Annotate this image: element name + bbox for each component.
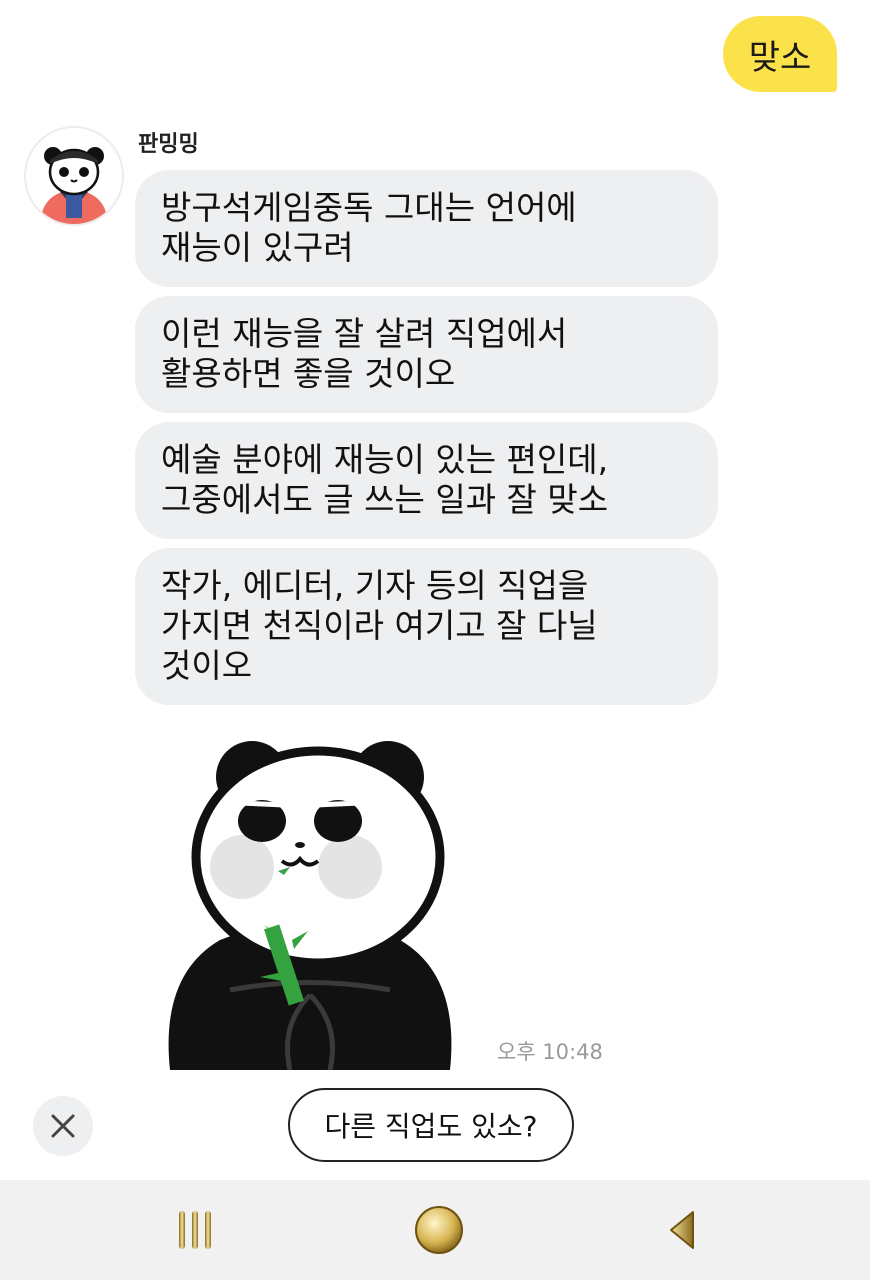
home-button[interactable] <box>402 1180 476 1280</box>
received-message-bubble[interactable]: 작가, 에디터, 기자 등의 직업을 가지면 천직이라 여기고 잘 다닐 것이오 <box>135 548 718 705</box>
system-navigation-bar <box>0 1180 870 1280</box>
received-message-bubble[interactable]: 예술 분야에 재능이 있는 편인데, 그중에서도 글 쓰는 일과 잘 맞소 <box>135 422 718 539</box>
message-timestamp: 오후 10:48 <box>497 1040 603 1064</box>
sent-message-text: 맞소 <box>748 37 812 78</box>
panda-avatar-icon <box>26 128 122 224</box>
panda-sticker[interactable] <box>160 735 460 1071</box>
panda-bamboo-sticker-icon <box>168 741 452 1071</box>
back-button[interactable] <box>652 1180 712 1280</box>
close-suggestions-button[interactable] <box>33 1096 93 1156</box>
quick-reply-button[interactable]: 다른 직업도 있소? <box>288 1088 574 1162</box>
back-icon <box>670 1211 694 1249</box>
sent-message-bubble[interactable]: 맞소 <box>723 16 837 92</box>
sender-avatar[interactable] <box>24 126 124 226</box>
home-icon <box>415 1206 463 1254</box>
recent-apps-icon <box>179 1211 211 1249</box>
sender-name: 판밍밍 <box>138 132 199 157</box>
received-message-bubble[interactable]: 이런 재능을 잘 살려 직업에서 활용하면 좋을 것이오 <box>135 296 718 413</box>
recent-apps-button[interactable] <box>160 1180 230 1280</box>
close-icon <box>51 1114 75 1138</box>
received-message-bubble[interactable]: 방구석게임중독 그대는 언어에 재능이 있구려 <box>135 170 718 287</box>
quick-reply-label: 다른 직업도 있소? <box>324 1110 538 1143</box>
